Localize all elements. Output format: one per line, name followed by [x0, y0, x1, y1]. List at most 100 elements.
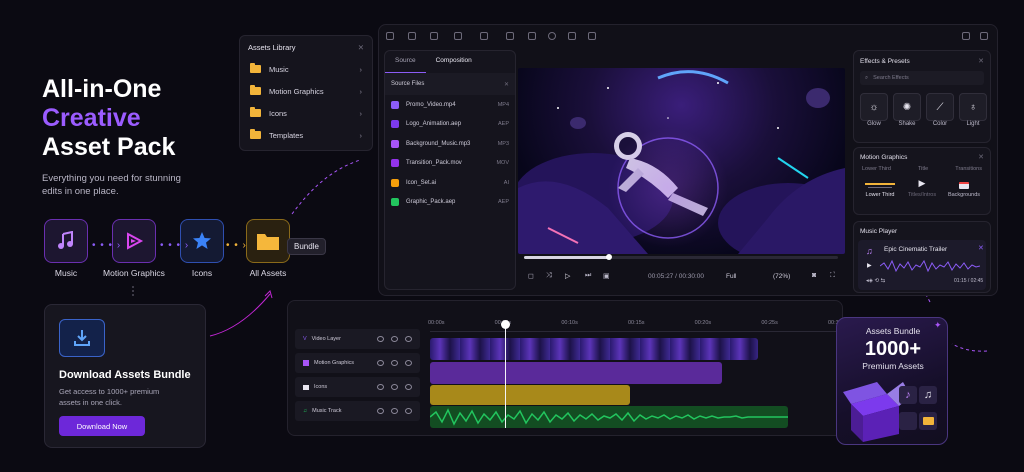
music-clip[interactable]: [429, 406, 788, 428]
speaker-icon[interactable]: [405, 336, 412, 342]
maximize-icon[interactable]: [980, 32, 988, 40]
export-tool-icon[interactable]: [568, 32, 576, 40]
mg-tab-title[interactable]: Title: [918, 166, 928, 172]
lock-icon[interactable]: [391, 408, 398, 414]
eye-icon[interactable]: [377, 360, 384, 366]
mg-tab-lower-third[interactable]: Lower Third: [862, 166, 891, 172]
icons-clip[interactable]: [430, 385, 630, 405]
track-header-motion-graphics[interactable]: Motion Graphics: [295, 353, 420, 373]
source-file-row[interactable]: Graphic_Pack.aep AEP: [385, 193, 515, 213]
lock-icon[interactable]: [391, 336, 398, 342]
fullscreen-icon[interactable]: ⛶: [830, 272, 835, 280]
source-file-row[interactable]: Icon_Set.ai AI: [385, 173, 515, 193]
lamp-icon: ♁: [969, 101, 977, 113]
magic-tool-icon[interactable]: [588, 32, 596, 40]
playhead[interactable]: [505, 324, 506, 428]
playhead-handle[interactable]: [501, 320, 510, 329]
text-tool-icon[interactable]: [480, 32, 488, 40]
source-file-row[interactable]: Promo_Video.mp4 MP4: [385, 95, 515, 115]
tab-composition[interactable]: Composition: [426, 51, 482, 73]
close-icon[interactable]: ✕: [978, 244, 984, 252]
speaker-icon[interactable]: [405, 360, 412, 366]
effects-search-input[interactable]: ⌕ Search Effects: [860, 71, 984, 85]
mg-item-titles[interactable]: ▶ Titles/Intros: [902, 178, 942, 198]
mg-item-backgrounds[interactable]: Backgrounds: [944, 178, 984, 198]
split-tool-icon[interactable]: [454, 32, 462, 40]
effect-shake[interactable]: ✺: [893, 93, 921, 121]
snapshot-icon[interactable]: ▣: [603, 272, 610, 280]
shuffle-icon[interactable]: ⤨: [546, 272, 552, 280]
motion-graphics-title: Motion Graphics: [860, 153, 908, 161]
source-file-row[interactable]: Background_Music.mp3 MP3: [385, 134, 515, 154]
source-panel: Source Composition Source Files ✕ Promo_…: [384, 50, 516, 290]
stop-icon[interactable]: ◻: [528, 272, 534, 280]
track-label: Video Layer: [311, 336, 341, 342]
effect-label: Color: [932, 121, 948, 127]
track-header-music[interactable]: ♫ Music Track: [295, 401, 420, 421]
crop-tool-icon[interactable]: [408, 32, 416, 40]
scrub-handle[interactable]: [605, 254, 612, 260]
view-mode-select[interactable]: Full: [726, 273, 736, 280]
track-header-video[interactable]: V Video Layer: [295, 329, 420, 349]
effects-tool-icon[interactable]: [528, 32, 536, 40]
library-item-templates[interactable]: Templates ›: [240, 124, 372, 146]
effect-color[interactable]: ⟋: [926, 93, 954, 121]
speaker-icon[interactable]: [405, 408, 412, 414]
file-name: Background_Music.mp3: [406, 140, 471, 147]
next-icon[interactable]: ⏭: [585, 272, 591, 280]
file-icon: [391, 198, 399, 207]
camera-icon[interactable]: ◙: [812, 272, 816, 279]
audio-tool-icon[interactable]: [548, 32, 556, 40]
video-preview[interactable]: [518, 68, 845, 254]
play-button[interactable]: ▷: [565, 272, 570, 280]
trim-tool-icon[interactable]: [430, 32, 438, 40]
music-track-card[interactable]: ♫ Epic Cinematic Trailer ✕ ▶ ◂◈ ⟲ ⇆ 01:1…: [858, 240, 986, 290]
eye-icon[interactable]: [377, 408, 384, 414]
zoom-level[interactable]: (72%): [773, 273, 790, 280]
file-icon: [391, 120, 399, 129]
effect-light[interactable]: ♁: [959, 93, 987, 121]
video-clip[interactable]: [430, 338, 758, 360]
close-icon[interactable]: ✕: [978, 57, 984, 65]
volume-controls[interactable]: ◂◈ ⟲ ⇆: [866, 278, 885, 284]
scrub-bar[interactable]: [524, 256, 838, 259]
select-tool-icon[interactable]: [386, 32, 394, 40]
lock-icon[interactable]: [391, 384, 398, 390]
file-ext: MP3: [497, 140, 509, 147]
motion-graphics-clip[interactable]: [430, 362, 722, 384]
video-layer-icon: V: [303, 336, 307, 342]
astronaut-scene: [518, 70, 845, 254]
file-name: Promo_Video.mp4: [406, 101, 456, 108]
track-label: Icons: [314, 384, 328, 390]
mg-item-label: Titles/Intros: [907, 192, 937, 198]
lock-icon[interactable]: [391, 360, 398, 366]
play-button[interactable]: ▶: [867, 262, 872, 269]
open-box-icon: [843, 382, 911, 442]
eye-icon[interactable]: [377, 384, 384, 390]
close-icon[interactable]: ✕: [504, 81, 509, 88]
source-file-row[interactable]: Logo_Animation.aep AEP: [385, 115, 515, 135]
close-icon[interactable]: ✕: [358, 43, 364, 52]
eye-icon[interactable]: [377, 336, 384, 342]
library-item-icons[interactable]: Icons ›: [240, 102, 372, 124]
download-now-button[interactable]: Download Now: [59, 416, 145, 436]
minimize-icon[interactable]: [962, 32, 970, 40]
effect-glow[interactable]: ☼: [860, 93, 888, 121]
download-card-description: Get access to 1000+ premium assets in on…: [59, 387, 160, 407]
track-label: Motion Graphics: [314, 360, 355, 366]
library-item-music[interactable]: Music ›: [240, 58, 372, 80]
download-icon: [59, 319, 105, 357]
library-item-motion-graphics[interactable]: Motion Graphics ›: [240, 80, 372, 102]
mg-item-lower-third[interactable]: Lower Third: [860, 178, 900, 198]
tab-source[interactable]: Source: [385, 51, 426, 73]
timeline-tick-label: 00:10s: [561, 320, 578, 326]
audio-waveform: [429, 408, 788, 426]
close-icon[interactable]: ✕: [978, 153, 984, 161]
source-file-row[interactable]: Transition_Pack.mov MOV: [385, 154, 515, 174]
folder-icon: [250, 85, 261, 95]
mg-tab-transitions[interactable]: Transitions: [955, 166, 982, 172]
folder-icon: [250, 107, 261, 117]
track-header-icons[interactable]: Icons: [295, 377, 420, 397]
speaker-icon[interactable]: [405, 384, 412, 390]
image-tool-icon[interactable]: [506, 32, 514, 40]
